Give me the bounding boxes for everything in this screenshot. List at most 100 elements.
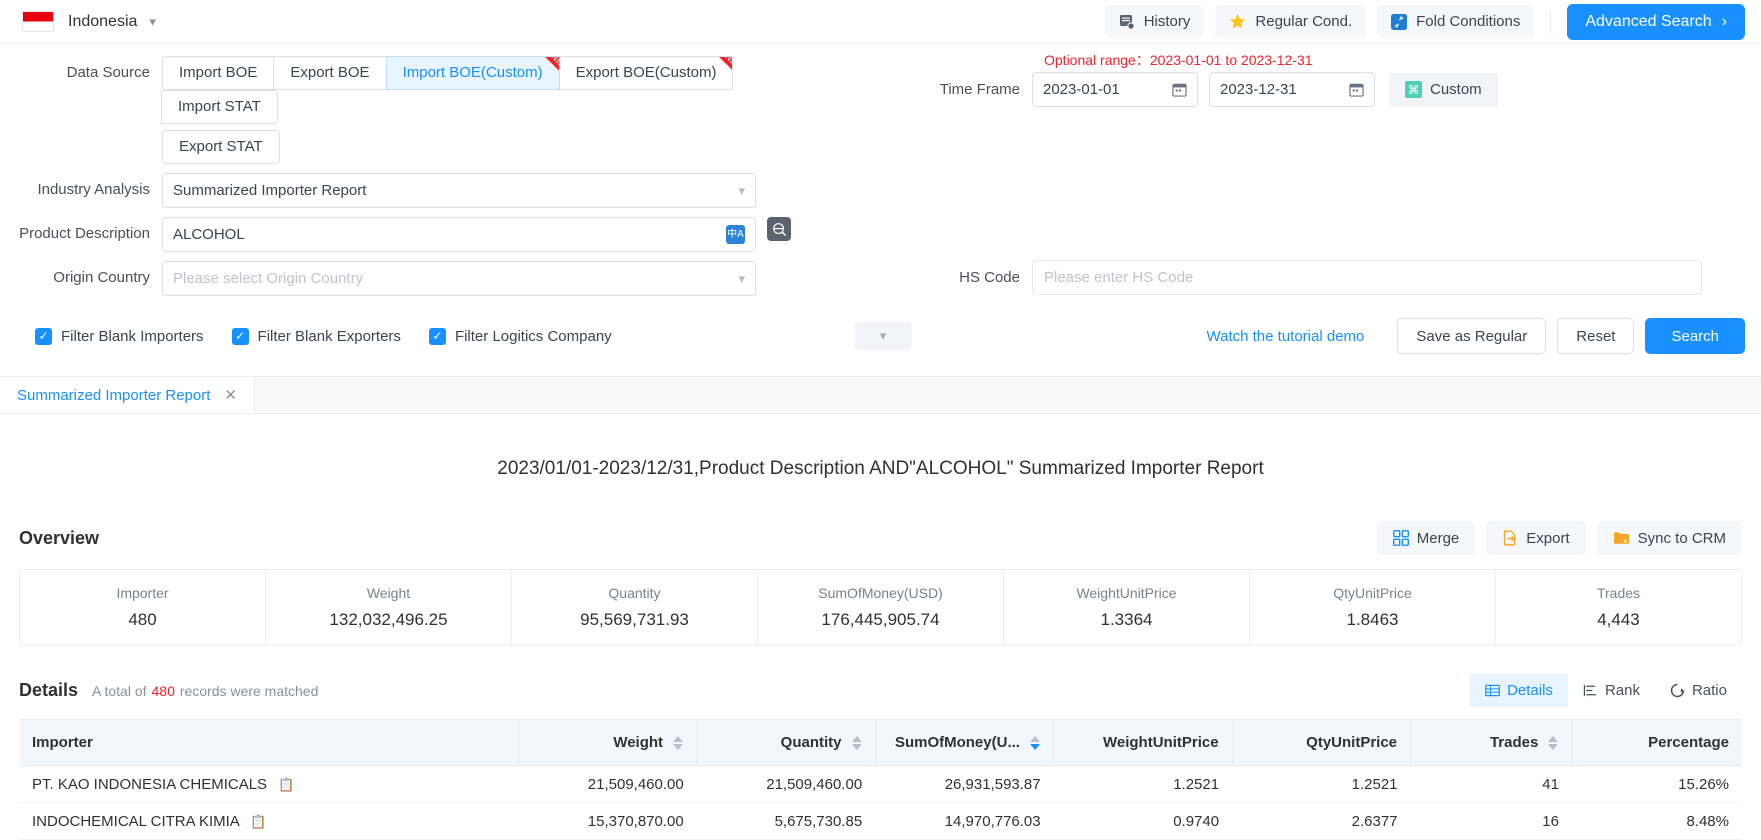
table-row[interactable]: INDOCHEMICAL CITRA KIMIA 📋 15,370,870.00…	[19, 803, 1742, 840]
tab-import-stat[interactable]: Import STAT	[161, 90, 278, 124]
date-end-input[interactable]: 2023-12-31	[1209, 72, 1375, 107]
chevron-down-icon: ▾	[738, 183, 745, 199]
col-sumofmoney[interactable]: SumOfMoney(U...	[875, 720, 1053, 766]
copy-icon[interactable]: 📋	[250, 814, 266, 830]
save-as-regular-button[interactable]: Save as Regular	[1397, 318, 1546, 354]
details-prefix: A total of	[92, 683, 146, 699]
importer-name: INDOCHEMICAL CITRA KIMIA	[32, 813, 239, 830]
col-label: SumOfMoney(U...	[895, 734, 1020, 751]
product-description-input[interactable]: ALCOHOL 中A	[162, 217, 756, 252]
stat-quantity: Quantity 95,569,731.93	[512, 570, 758, 644]
filter-logistics-company-label[interactable]: Filter Logitics Company	[455, 328, 612, 345]
view-tab-details[interactable]: Details	[1470, 674, 1568, 707]
tab-export-stat[interactable]: Export STAT	[162, 130, 280, 164]
table-row[interactable]: PT. KAO INDONESIA CHEMICALS 📋 21,509,460…	[19, 766, 1742, 803]
data-source-label: Data Source	[16, 56, 162, 90]
data-source-tab-row-1: Import BOE Export BOE Import BOE(Custom)…	[162, 56, 758, 124]
details-title: Details	[19, 680, 78, 701]
custom-range-button[interactable]: ⌘ Custom	[1389, 73, 1498, 107]
cell-importer: INDOCHEMICAL CITRA KIMIA 📋	[19, 803, 518, 840]
view-tab-ratio[interactable]: Ratio	[1655, 674, 1742, 707]
col-quantity[interactable]: Quantity	[697, 720, 875, 766]
reset-button[interactable]: Reset	[1557, 318, 1634, 354]
rank-icon	[1583, 683, 1598, 698]
crm-folder-icon	[1613, 530, 1630, 546]
fold-conditions-button[interactable]: Fold Conditions	[1377, 5, 1534, 38]
stat-value: 95,569,731.93	[580, 610, 689, 630]
sort-icon[interactable]	[1030, 736, 1040, 750]
fold-conditions-label: Fold Conditions	[1416, 13, 1520, 30]
view-tab-label: Rank	[1605, 682, 1640, 699]
merge-icon	[1393, 530, 1409, 546]
cell-percentage: 15.26%	[1572, 766, 1742, 803]
search-actions: Watch the tutorial demo Save as Regular …	[1207, 318, 1745, 354]
cell-weight: 21,509,460.00	[518, 766, 696, 803]
stat-value: 480	[128, 610, 156, 630]
advanced-search-label: Advanced Search	[1585, 13, 1711, 31]
tab-label: Import BOE	[179, 64, 257, 81]
filter-logistics-company-checkbox[interactable]: ✓	[429, 328, 446, 345]
col-label: WeightUnitPrice	[1103, 734, 1219, 751]
filter-blank-exporters-label[interactable]: Filter Blank Exporters	[258, 328, 401, 345]
origin-country-label: Origin Country	[16, 261, 162, 295]
stat-key: SumOfMoney(USD)	[818, 585, 942, 601]
cell-quantity: 5,675,730.85	[697, 803, 875, 840]
export-icon	[1502, 530, 1518, 546]
tab-export-boe[interactable]: Export BOE	[273, 56, 386, 90]
sort-icon[interactable]	[852, 736, 862, 750]
product-description-label: Product Description	[16, 217, 162, 251]
sync-to-crm-button[interactable]: Sync to CRM	[1597, 521, 1742, 555]
stat-importer: Importer 480	[20, 570, 266, 644]
stat-value: 4,443	[1597, 610, 1640, 630]
cell-sumofmoney: 14,970,776.03	[875, 803, 1053, 840]
filter-blank-importers-checkbox[interactable]: ✓	[35, 328, 52, 345]
cell-qtyunitprice: 1.2521	[1232, 766, 1410, 803]
advanced-search-button[interactable]: Advanced Search ›	[1567, 4, 1745, 40]
hs-code-block: HS Code Please enter HS Code	[900, 260, 1702, 295]
tab-import-boe[interactable]: Import BOE	[162, 56, 274, 90]
tutorial-demo-link[interactable]: Watch the tutorial demo	[1207, 328, 1365, 345]
sort-icon[interactable]	[1548, 736, 1558, 750]
regular-cond-button[interactable]: Regular Cond.	[1215, 5, 1366, 38]
col-weight[interactable]: Weight	[518, 720, 696, 766]
calendar-icon	[1349, 82, 1364, 97]
sort-icon[interactable]	[673, 736, 683, 750]
copy-icon[interactable]: 📋	[278, 777, 294, 793]
tab-import-boe-custom[interactable]: Import BOE(Custom) NEW	[386, 56, 560, 90]
ratio-icon	[1670, 683, 1685, 698]
stat-key: QtyUnitPrice	[1333, 585, 1412, 601]
translate-icon[interactable]: 中A	[726, 225, 745, 244]
view-tab-label: Ratio	[1692, 682, 1727, 699]
col-importer[interactable]: Importer	[19, 720, 518, 766]
table-header-row: Importer Weight Quantity SumOfMoney(U...…	[19, 720, 1742, 766]
industry-analysis-select[interactable]: Summarized Importer Report ▾	[162, 173, 756, 208]
history-icon	[1119, 14, 1135, 30]
col-percentage[interactable]: Percentage	[1572, 720, 1742, 766]
stat-value: 132,032,496.25	[329, 610, 447, 630]
search-mode-icon[interactable]	[767, 217, 791, 241]
col-weightunitprice[interactable]: WeightUnitPrice	[1054, 720, 1232, 766]
history-button[interactable]: History	[1105, 5, 1205, 38]
hs-code-placeholder: Please enter HS Code	[1044, 269, 1193, 286]
export-button[interactable]: Export	[1486, 521, 1585, 555]
tab-export-boe-custom[interactable]: Export BOE(Custom) NEW	[559, 56, 734, 90]
report-title: 2023/01/01-2023/12/31,Product Descriptio…	[19, 458, 1742, 480]
merge-button[interactable]: Merge	[1377, 521, 1476, 555]
date-start-input[interactable]: 2023-01-01	[1032, 72, 1198, 107]
stat-key: Quantity	[608, 585, 660, 601]
chevron-down-icon: ▾	[738, 271, 745, 287]
chevron-down-icon[interactable]: ▾	[149, 14, 156, 30]
close-icon[interactable]: ✕	[224, 386, 237, 404]
search-button[interactable]: Search	[1645, 318, 1745, 354]
filter-blank-importers-label[interactable]: Filter Blank Importers	[61, 328, 204, 345]
col-qtyunitprice[interactable]: QtyUnitPrice	[1232, 720, 1410, 766]
data-source-tab-row-2: Export STAT	[162, 130, 758, 164]
overview-stats: Importer 480 Weight 132,032,496.25 Quant…	[19, 569, 1742, 645]
filter-blank-exporters-checkbox[interactable]: ✓	[232, 328, 249, 345]
result-tab-summarized-importer-report[interactable]: Summarized Importer Report ✕	[0, 377, 255, 413]
expand-filters-button[interactable]: ▾	[855, 322, 912, 350]
hs-code-input[interactable]: Please enter HS Code	[1032, 260, 1702, 295]
col-trades[interactable]: Trades	[1411, 720, 1572, 766]
view-tab-rank[interactable]: Rank	[1568, 674, 1655, 707]
origin-country-select[interactable]: Please select Origin Country ▾	[162, 261, 756, 296]
